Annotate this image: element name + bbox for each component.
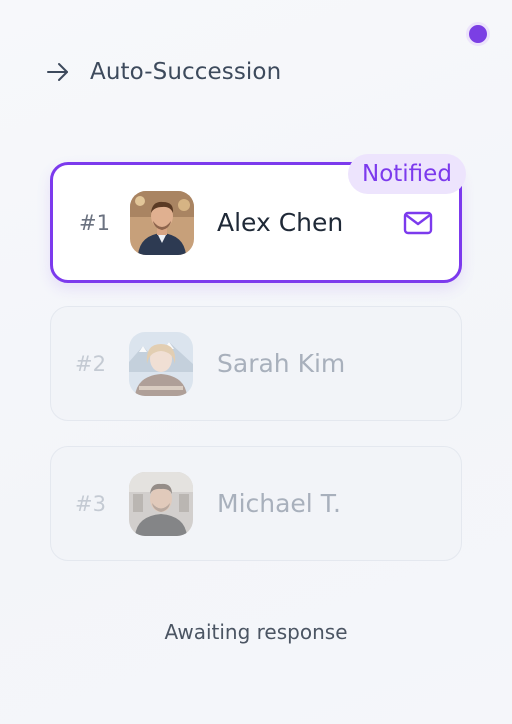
avatar	[129, 471, 193, 536]
successor-name: Michael T.	[217, 489, 341, 518]
panel-title: Auto-Succession	[90, 59, 282, 85]
successor-card-3[interactable]: #3 Michael T.	[50, 446, 462, 561]
successor-rank: #2	[75, 351, 106, 376]
successor-name: Alex Chen	[217, 208, 344, 237]
successor-rank: #1	[79, 210, 110, 235]
status-indicator-dot	[466, 22, 490, 46]
status-text: Awaiting response	[164, 620, 348, 644]
arrow-right-icon[interactable]	[46, 60, 70, 84]
successor-card-2[interactable]: #2 Sarah Kim	[50, 306, 462, 421]
mail-icon[interactable]	[403, 211, 433, 235]
avatar	[129, 331, 193, 396]
auto-succession-panel: Auto-Succession #1 Alex Chen Notified #2…	[0, 0, 512, 724]
panel-header: Auto-Succession	[46, 56, 281, 88]
notified-badge: Notified	[348, 154, 466, 194]
successor-rank: #3	[75, 491, 106, 516]
avatar	[130, 190, 194, 255]
successor-name: Sarah Kim	[217, 349, 346, 378]
